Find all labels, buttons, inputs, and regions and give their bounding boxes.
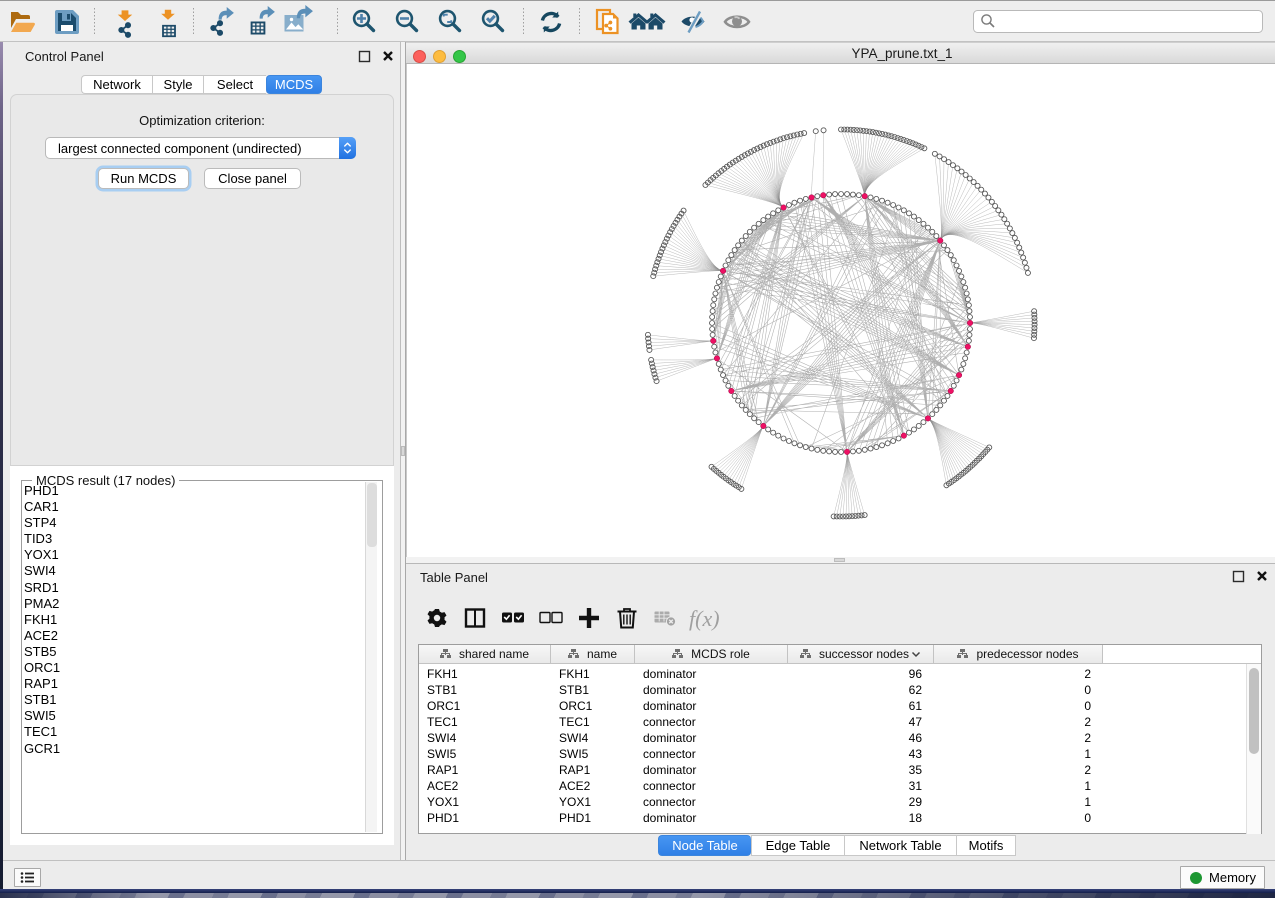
svg-text:f(x): f(x) [689, 606, 720, 631]
